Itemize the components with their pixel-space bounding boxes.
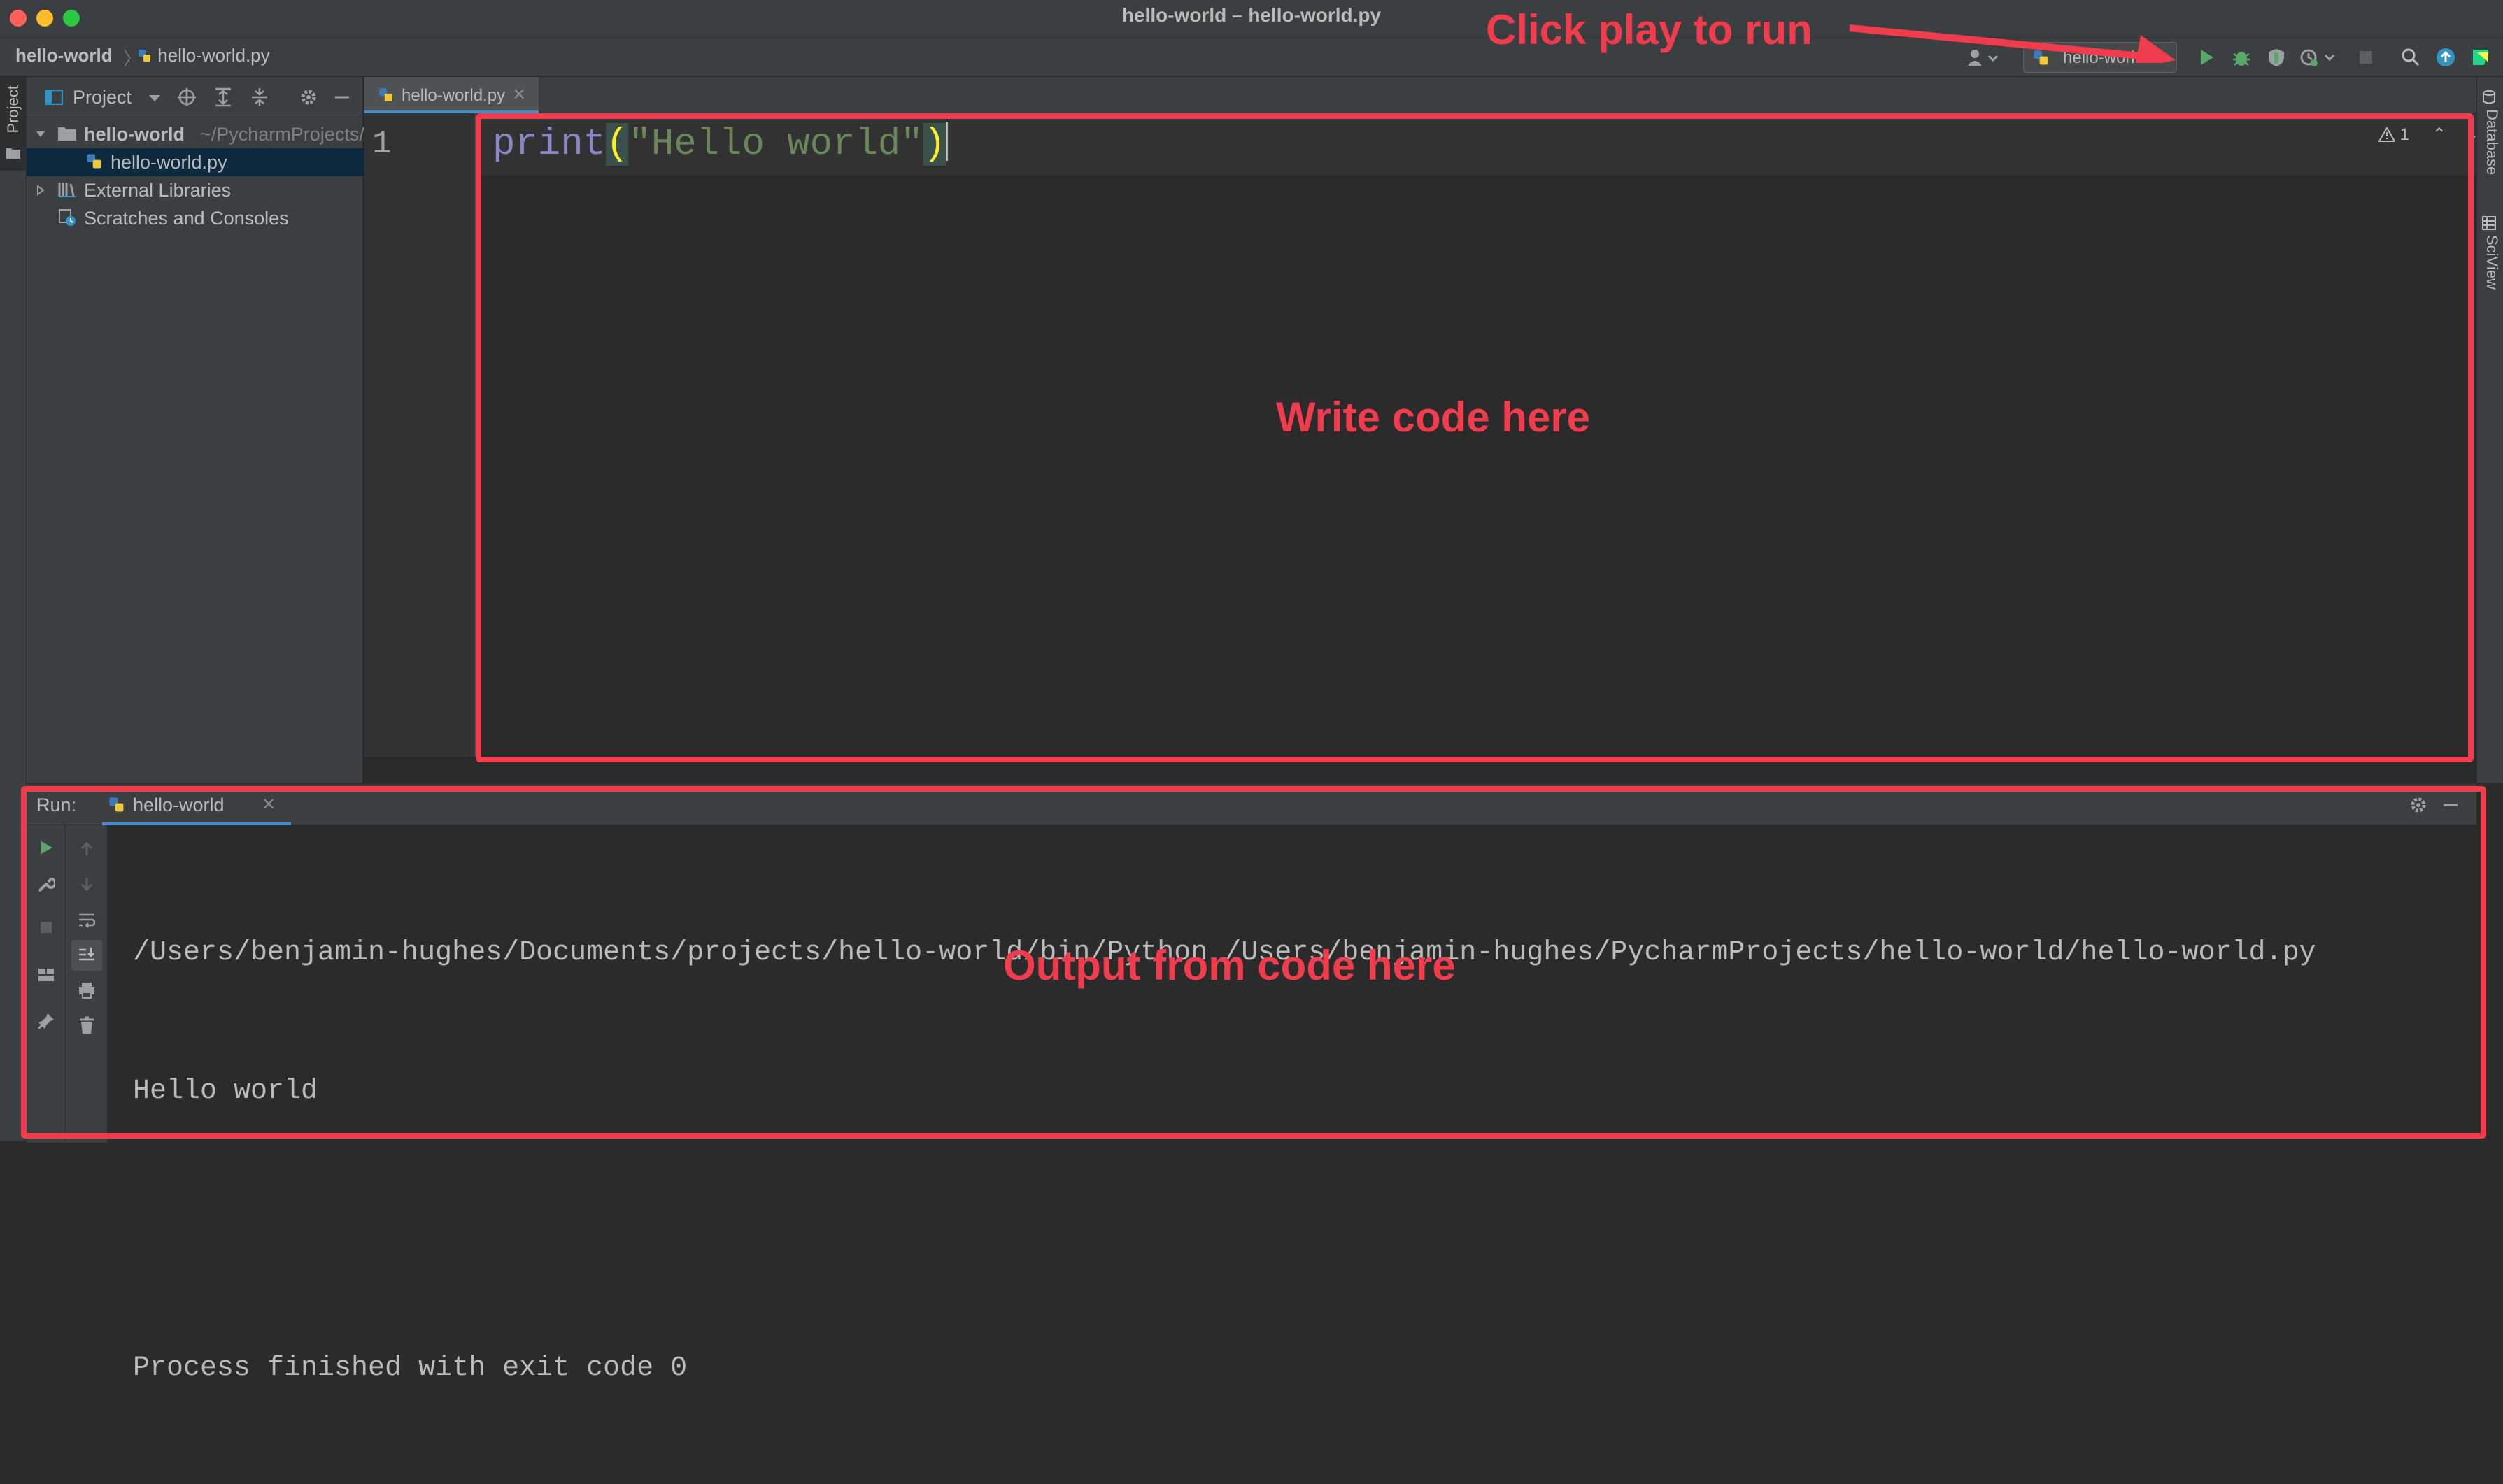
gear-icon[interactable] bbox=[298, 87, 319, 108]
breadcrumb-project[interactable]: hello-world bbox=[15, 45, 113, 66]
stop-icon bbox=[2360, 51, 2372, 64]
chevron-down-icon[interactable] bbox=[147, 94, 162, 104]
project-tool-label: Project bbox=[4, 85, 22, 134]
profile-button[interactable] bbox=[2297, 43, 2339, 71]
debug-button[interactable] bbox=[2227, 43, 2255, 71]
sciview-tool-label: SciView bbox=[2483, 235, 2501, 290]
chevron-right-icon[interactable] bbox=[35, 185, 46, 196]
tree-item-label: External Libraries bbox=[84, 180, 232, 201]
hide-panel-icon[interactable] bbox=[333, 88, 351, 106]
python-file-icon bbox=[139, 50, 150, 62]
bug-icon bbox=[2233, 52, 2250, 66]
tree-item-label: hello-world bbox=[84, 124, 185, 145]
libraries-icon bbox=[58, 183, 76, 197]
ide-features-button[interactable] bbox=[2467, 43, 2495, 71]
coverage-button[interactable] bbox=[2262, 43, 2290, 71]
editor-tab-bar: hello-world.py ✕ bbox=[364, 77, 2476, 113]
database-tool-window-button[interactable]: Database bbox=[2481, 90, 2501, 175]
folder-icon bbox=[6, 148, 20, 159]
run-hint-annotation: Click play to run bbox=[1486, 6, 1813, 53]
database-tool-label: Database bbox=[2483, 109, 2501, 176]
project-view-label[interactable]: Project bbox=[73, 87, 132, 108]
output-hint-annotation: Output from code here bbox=[1003, 942, 1456, 989]
database-icon bbox=[2483, 90, 2495, 104]
updates-button[interactable] bbox=[2432, 43, 2460, 71]
tree-item-label: hello-world.py bbox=[111, 152, 227, 173]
project-tool-window: Project hello-world ~/PycharmProjects/he… bbox=[27, 77, 455, 783]
project-tool-window-button[interactable]: Project bbox=[0, 77, 27, 171]
expand-all-icon[interactable] bbox=[213, 87, 234, 108]
shield-icon bbox=[2269, 49, 2284, 66]
tree-item-file[interactable]: hello-world.py bbox=[27, 148, 364, 176]
search-everywhere-button[interactable] bbox=[2397, 43, 2425, 71]
chevron-down-icon[interactable] bbox=[35, 129, 46, 140]
search-icon bbox=[2402, 48, 2420, 66]
sciview-tool-window-button[interactable]: SciView bbox=[2481, 215, 2501, 290]
tree-item-external-libraries[interactable]: External Libraries bbox=[27, 176, 364, 204]
editor-tab-label: hello-world.py bbox=[402, 86, 506, 105]
editor-tab[interactable]: hello-world.py ✕ bbox=[364, 77, 539, 113]
project-view-icon bbox=[45, 90, 63, 105]
tree-item-scratches[interactable]: Scratches and Consoles bbox=[27, 204, 364, 232]
python-file-icon bbox=[87, 154, 101, 169]
collapse-all-icon[interactable] bbox=[249, 87, 270, 108]
pycharm-logo-icon bbox=[2473, 50, 2488, 65]
scratches-icon bbox=[59, 209, 76, 226]
right-tool-stripe: Database SciView bbox=[2476, 77, 2503, 783]
tree-item-label: Scratches and Consoles bbox=[84, 208, 289, 229]
console-line: Process finished with exit code 0 bbox=[133, 1353, 688, 1384]
sciview-grid-icon bbox=[2482, 216, 2496, 230]
editor-hint-annotation: Write code here bbox=[1276, 394, 1591, 441]
python-file-icon bbox=[379, 88, 392, 101]
annotation-arrow-icon bbox=[1849, 24, 2176, 63]
stop-button[interactable] bbox=[2352, 43, 2380, 71]
profiler-icon bbox=[2300, 49, 2335, 66]
tree-item-project-root[interactable]: hello-world ~/PycharmProjects/hello-worl… bbox=[27, 120, 455, 148]
folder-icon bbox=[58, 127, 76, 141]
close-tab-icon[interactable]: ✕ bbox=[512, 85, 526, 105]
line-number-gutter: 1 bbox=[364, 113, 476, 757]
locate-file-icon[interactable] bbox=[176, 87, 197, 108]
line-number: 1 bbox=[372, 126, 392, 162]
breadcrumb-file[interactable]: hello-world.py bbox=[137, 45, 270, 66]
project-panel-header: Project bbox=[27, 77, 364, 117]
breadcrumb-file-label: hello-world.py bbox=[157, 45, 270, 66]
update-arrow-icon bbox=[2437, 48, 2455, 66]
